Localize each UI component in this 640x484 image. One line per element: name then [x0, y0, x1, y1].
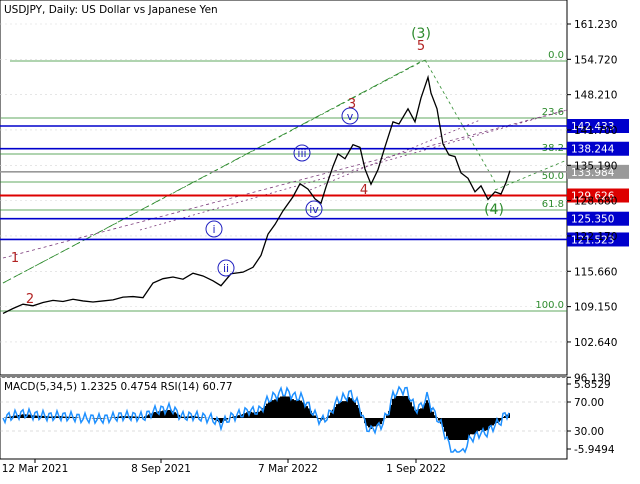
time-label: 12 Mar 2021: [2, 463, 69, 475]
axis-label: 141.700: [574, 125, 617, 137]
axis-label: -5.9494: [574, 444, 615, 456]
wave-label-green: (4): [484, 202, 504, 218]
wave-label-red: 4: [360, 183, 368, 198]
axis-label: 135.190: [574, 160, 617, 172]
wave-label-green: (3): [411, 26, 431, 42]
axis-label: 5.8529: [574, 379, 611, 391]
price-chart: 0.023.638.250.061.8100.0 142.433138.2441…: [0, 0, 629, 475]
chart-window: 0.0 23.6 38.2 50.0 61.8 100.0 142.433 138.244 1…: [0, 0, 640, 480]
time-axis: 12 Mar 2021 8 Sep 2021 7 Mar 2022 1 Sep 202…: [2, 459, 446, 475]
wave-label-red: 2: [26, 292, 34, 307]
axis-label: 154.720: [574, 54, 617, 66]
axis-label: 109.150: [574, 302, 617, 314]
axis-label: 161.230: [574, 19, 617, 31]
axis-label: 128.680: [574, 196, 617, 208]
axis-label: 148.210: [574, 90, 617, 102]
wave-label-blue: v: [347, 110, 354, 123]
wave-label-blue: iv: [309, 203, 319, 216]
time-label: 8 Sep 2021: [131, 463, 191, 475]
wave-label-blue: ii: [223, 262, 229, 275]
fib-label: 61.8: [542, 199, 564, 210]
level-value: 125.350: [571, 214, 614, 226]
level-value: 138.244: [571, 144, 615, 156]
axis-label: 122.170: [574, 231, 617, 243]
axis-label: 70.00: [574, 397, 604, 409]
axis-label: 102.640: [574, 337, 617, 349]
wave-label-blue: iii: [297, 147, 306, 160]
price-axis: 161.230 154.720 148.210 141.700 135.190 128.6…: [567, 19, 617, 456]
time-label: 1 Sep 2022: [386, 463, 446, 475]
indicator-title: MACD(5,34,5) 1.2325 0.4754 RSI(14) 60.77: [4, 381, 233, 393]
wave-label-blue: i: [212, 223, 215, 236]
axis-label: 30.00: [574, 426, 604, 438]
wave-label-red: 1: [11, 251, 19, 266]
time-label: 7 Mar 2022: [258, 463, 318, 475]
fib-label: 0.0: [548, 50, 564, 61]
fib-label: 100.0: [535, 300, 564, 311]
chart-title: USDJPY, Daily: US Dollar vs Japanese Yen: [4, 4, 218, 16]
axis-label: 115.660: [574, 266, 617, 278]
